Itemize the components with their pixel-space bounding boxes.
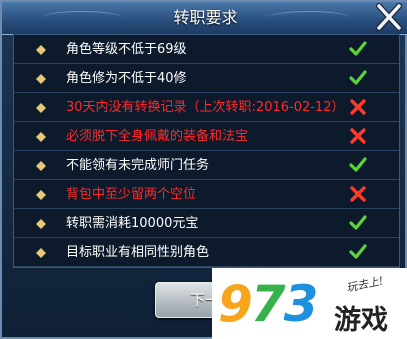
bullet-icon xyxy=(36,132,46,142)
requirement-text: 目标职业有相同性别角色 xyxy=(66,245,210,260)
requirement-row: 角色修为不低于40修 xyxy=(14,64,399,93)
requirement-text: 30天内没有转换记录（上次转职:2016-02-12） xyxy=(66,100,345,115)
check-icon xyxy=(349,157,367,172)
bullet-icon xyxy=(36,219,46,229)
check-icon xyxy=(349,41,367,56)
requirements-list: 角色等级不低于69级 角色修为不低于40修 30天内没有转换记录（上次转职:2016… xyxy=(13,34,400,268)
requirement-row: 目标职业有相同性别角色 xyxy=(14,238,399,267)
requirement-row: 必须脱下全身佩戴的装备和法宝 xyxy=(14,122,399,151)
requirement-text: 必须脱下全身佩戴的装备和法宝 xyxy=(66,129,249,144)
title-bar: 转职要求 xyxy=(2,2,407,35)
requirement-row: 转职需消耗10000元宝 xyxy=(14,209,399,238)
cross-icon xyxy=(350,128,366,144)
cross-icon xyxy=(350,186,366,202)
watermark-digit: 3 xyxy=(283,275,319,333)
requirement-text: 角色等级不低于69级 xyxy=(66,42,187,57)
requirement-text: 角色修为不低于40修 xyxy=(66,71,187,86)
watermark-logo: 973 玩去上! 游戏 xyxy=(212,268,407,339)
bullet-icon xyxy=(36,248,46,258)
requirement-text: 转职需消耗10000元宝 xyxy=(66,216,199,231)
watermark-digit: 9 xyxy=(218,275,253,333)
watermark-slogan: 玩去上! xyxy=(345,274,385,295)
bullet-icon xyxy=(36,45,46,55)
bullet-icon xyxy=(36,190,46,200)
bullet-icon xyxy=(36,161,46,171)
requirement-text: 不能领有未完成师门任务 xyxy=(66,158,210,173)
watermark-digit: 7 xyxy=(250,275,286,333)
requirement-row: 角色等级不低于69级 xyxy=(14,35,399,64)
watermark-name: 游戏 xyxy=(334,305,388,336)
check-icon xyxy=(349,215,367,230)
dialog-title: 转职要求 xyxy=(173,8,238,27)
bullet-icon xyxy=(36,74,46,84)
bullet-icon xyxy=(36,103,46,113)
cross-icon xyxy=(350,99,366,115)
requirement-row: 不能领有未完成师门任务 xyxy=(14,151,399,180)
check-icon xyxy=(349,244,367,259)
watermark-digits: 973 xyxy=(218,272,319,336)
close-icon[interactable] xyxy=(373,2,405,34)
requirement-text: 背包中至少留两个空位 xyxy=(66,187,197,202)
requirement-row: 30天内没有转换记录（上次转职:2016-02-12） xyxy=(14,93,399,122)
requirement-row: 背包中至少留两个空位 xyxy=(14,180,399,209)
check-icon xyxy=(349,70,367,85)
